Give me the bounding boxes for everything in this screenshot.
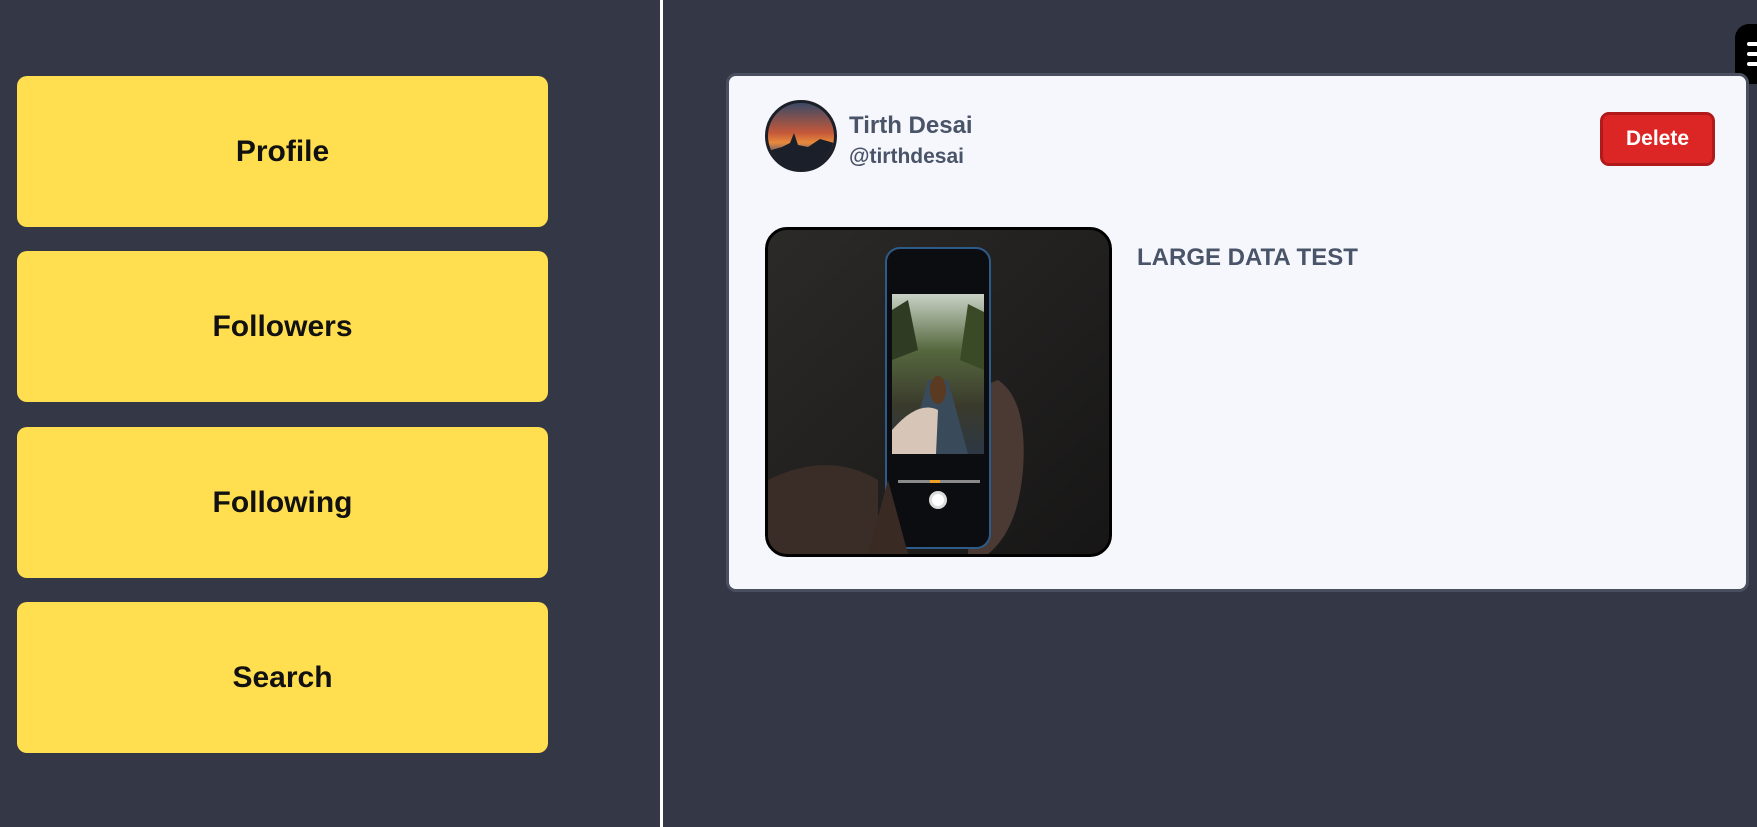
sidebar-item-label: Followers — [212, 309, 353, 343]
delete-button-label: Delete — [1625, 127, 1690, 150]
post-card: Tirth Desai @tirthdesai Delete LARGE DAT… — [726, 73, 1749, 592]
app-root: Profile Followers Following Search Tirth… — [0, 0, 1757, 827]
sidebar-item-profile[interactable]: Profile — [17, 76, 548, 227]
avatar[interactable] — [765, 100, 837, 172]
delete-button[interactable]: Delete — [1600, 112, 1715, 166]
author-name[interactable]: Tirth Desai — [849, 112, 973, 140]
sidebar-item-followers[interactable]: Followers — [17, 251, 548, 402]
post-image[interactable] — [765, 227, 1112, 557]
sidebar-item-search[interactable]: Search — [17, 602, 548, 753]
sidebar-item-following[interactable]: Following — [17, 427, 548, 578]
sidebar: Profile Followers Following Search — [0, 0, 663, 827]
post-text: LARGE DATA TEST — [1137, 244, 1358, 271]
author-handle[interactable]: @tirthdesai — [849, 145, 964, 169]
sidebar-item-label: Following — [212, 485, 353, 519]
sidebar-item-label: Search — [232, 660, 333, 694]
sidebar-item-label: Profile — [235, 134, 330, 168]
